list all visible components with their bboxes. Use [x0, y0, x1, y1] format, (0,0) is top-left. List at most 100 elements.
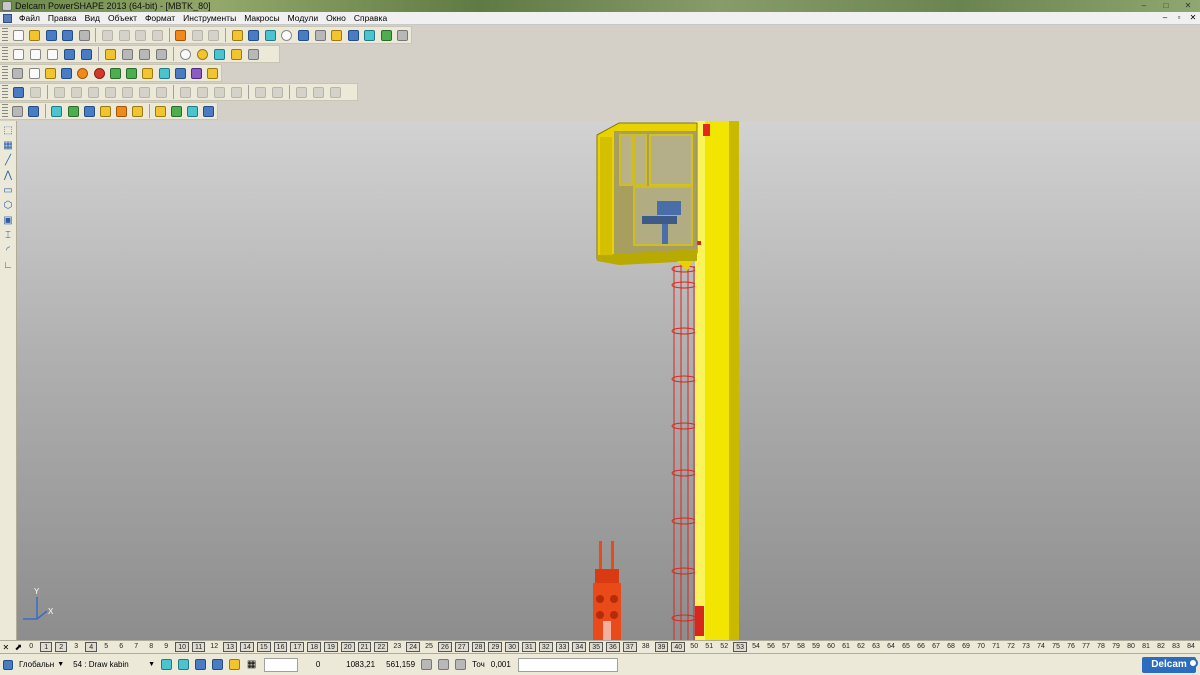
level-button[interactable]: 83: [1170, 642, 1182, 652]
level-button[interactable]: 56: [765, 642, 777, 652]
level-button[interactable]: 32: [538, 642, 553, 652]
level-button[interactable]: 0: [25, 642, 37, 652]
level-button[interactable]: 60: [825, 642, 837, 652]
maximize-button[interactable]: □: [1156, 1, 1176, 11]
toolbar-grip[interactable]: [2, 104, 8, 118]
graphics-viewport[interactable]: Y X: [17, 121, 1200, 640]
view-side-icon[interactable]: [45, 47, 60, 62]
level-button[interactable]: 75: [1050, 642, 1062, 652]
redo-icon[interactable]: [190, 28, 205, 43]
pattern-icon[interactable]: [253, 85, 268, 100]
extrusion-icon[interactable]: [130, 104, 144, 119]
level-button[interactable]: 34: [572, 642, 587, 652]
menu-format[interactable]: Формат: [141, 13, 179, 23]
help-globe-icon[interactable]: [1188, 658, 1198, 668]
split-solid-icon[interactable]: [195, 85, 210, 100]
solid-icon[interactable]: [362, 28, 377, 43]
level-button[interactable]: 4: [85, 642, 98, 652]
level-button[interactable]: 7: [130, 642, 142, 652]
block-icon[interactable]: [50, 104, 64, 119]
level-button[interactable]: 82: [1155, 642, 1167, 652]
view-top-icon[interactable]: [11, 47, 26, 62]
level-button[interactable]: 18: [307, 642, 322, 652]
menu-edit[interactable]: Правка: [44, 13, 81, 23]
toolbar-grip[interactable]: [2, 66, 8, 80]
rectangle-icon[interactable]: ▭: [1, 184, 15, 198]
level-button[interactable]: 28: [471, 642, 486, 652]
level-button[interactable]: 9: [160, 642, 172, 652]
grid-input[interactable]: [264, 657, 299, 672]
level-button[interactable]: 6: [115, 642, 127, 652]
level-button[interactable]: 26: [438, 642, 452, 652]
cone-icon[interactable]: [82, 104, 96, 119]
toolbar-grip[interactable]: [2, 85, 8, 99]
level-button[interactable]: 22: [374, 642, 389, 652]
zoom-fit-icon[interactable]: [154, 47, 169, 62]
toolbar-grip[interactable]: [2, 28, 8, 42]
revolution-icon[interactable]: [154, 104, 168, 119]
level-button[interactable]: 61: [840, 642, 852, 652]
level-button[interactable]: 11: [192, 642, 206, 652]
thicken-icon[interactable]: [229, 85, 244, 100]
toolbar-grip[interactable]: [2, 47, 8, 61]
text-icon[interactable]: [313, 28, 328, 43]
shaded-wire-icon[interactable]: [212, 47, 227, 62]
compare-icon[interactable]: [173, 66, 187, 81]
level-button[interactable]: 51: [703, 642, 715, 652]
level-button[interactable]: 67: [930, 642, 942, 652]
level-button[interactable]: 70: [975, 642, 987, 652]
level-button[interactable]: 8: [145, 642, 157, 652]
analysis-icon[interactable]: [189, 66, 203, 81]
level-button[interactable]: 65: [900, 642, 912, 652]
draft-icon[interactable]: [154, 85, 169, 100]
level-button[interactable]: 39: [654, 642, 669, 652]
level-button[interactable]: 69: [960, 642, 972, 652]
menu-macros[interactable]: Макросы: [240, 13, 283, 23]
document-icon-2[interactable]: [27, 66, 41, 81]
doc-minimize-button[interactable]: –: [1160, 13, 1170, 22]
boolean-sub-icon[interactable]: [69, 85, 84, 100]
remove-face-icon[interactable]: [294, 85, 309, 100]
level-button[interactable]: 53: [733, 642, 747, 652]
level-button[interactable]: 3: [70, 642, 82, 652]
axis-icon[interactable]: [27, 104, 41, 119]
level-button[interactable]: 35: [589, 642, 604, 652]
arc-icon[interactable]: ◜: [1, 244, 15, 258]
view-iso2-icon[interactable]: [79, 47, 94, 62]
delete-icon[interactable]: [150, 28, 165, 43]
pointer-icon[interactable]: [263, 28, 278, 43]
level-button[interactable]: 33: [555, 642, 570, 652]
copy-icon[interactable]: [117, 28, 132, 43]
view-front-icon[interactable]: [28, 47, 43, 62]
dimension-tool-icon[interactable]: ⌶: [1, 229, 15, 243]
torus-icon[interactable]: [98, 104, 112, 119]
level-button[interactable]: 24: [406, 642, 421, 652]
gear-icon[interactable]: [227, 657, 242, 672]
box-icon[interactable]: [141, 66, 155, 81]
level-button[interactable]: 29: [488, 642, 503, 652]
fillet-icon[interactable]: [103, 85, 118, 100]
measure-icon[interactable]: [247, 28, 262, 43]
view-iso-icon[interactable]: [62, 47, 77, 62]
level-button[interactable]: 13: [223, 642, 238, 652]
level-button[interactable]: 19: [324, 642, 338, 652]
level-button[interactable]: 30: [505, 642, 520, 652]
level-button[interactable]: 74: [1035, 642, 1047, 652]
offset-solid-icon[interactable]: [212, 85, 227, 100]
hand-icon[interactable]: [246, 47, 261, 62]
play-icon[interactable]: [108, 66, 122, 81]
cut-solid-icon[interactable]: [178, 85, 193, 100]
chamfer-icon[interactable]: [120, 85, 135, 100]
level-button[interactable]: 12: [208, 642, 220, 652]
doc-close-button[interactable]: ✕: [1188, 13, 1198, 22]
boolean-add-icon[interactable]: [52, 85, 67, 100]
lights-icon[interactable]: [229, 47, 244, 62]
circle-icon[interactable]: [280, 28, 295, 43]
levels-menu-icon[interactable]: ⬈: [12, 642, 26, 653]
material-icon[interactable]: [59, 66, 73, 81]
level-button[interactable]: 57: [780, 642, 792, 652]
polyline-icon[interactable]: ⋀: [1, 169, 15, 183]
level-button[interactable]: 21: [357, 642, 372, 652]
fill-in-icon[interactable]: [186, 104, 200, 119]
level-button[interactable]: 80: [1125, 642, 1137, 652]
